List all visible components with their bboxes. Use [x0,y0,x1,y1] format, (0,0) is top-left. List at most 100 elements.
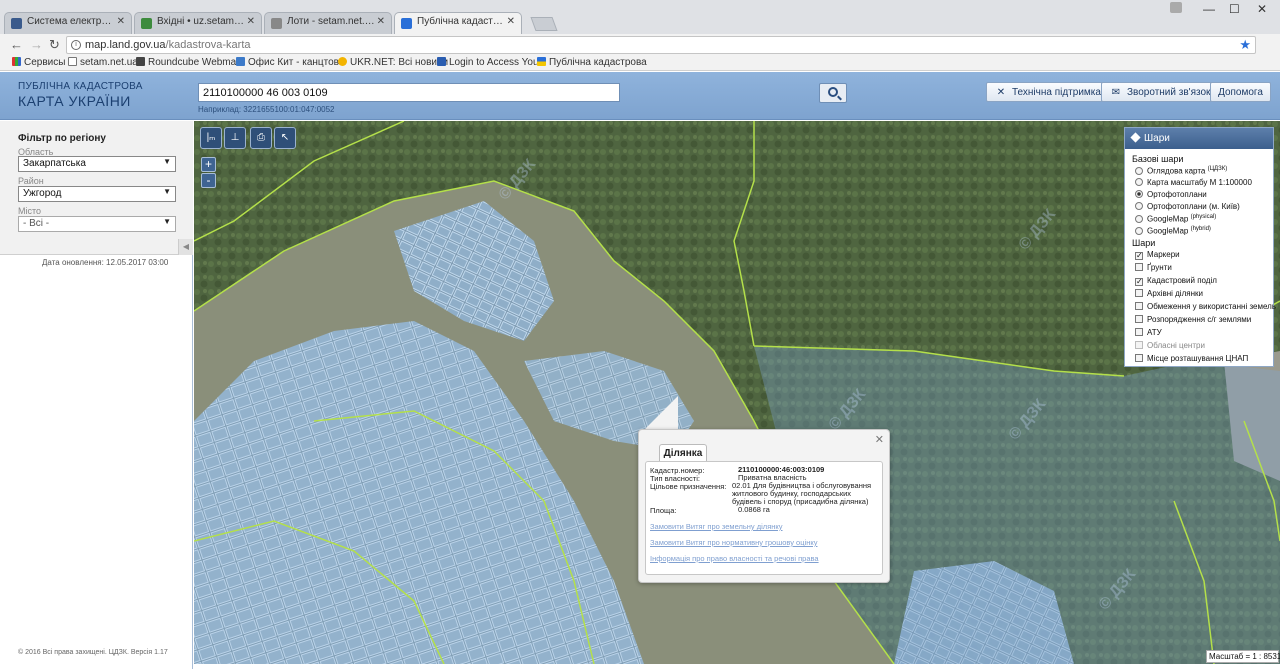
tab-favicon-icon [11,18,22,29]
browser-tab[interactable]: Система електронної то✕ [4,12,132,34]
minimize-icon[interactable]: — [1203,2,1215,16]
layers-section-title: Шари [1132,238,1156,248]
collapse-panel-button[interactable]: ◀ [178,239,193,255]
maximize-icon[interactable]: ☐ [1229,2,1240,16]
tab-parcel[interactable]: Ділянка [659,444,707,462]
radio-button[interactable] [1135,178,1143,186]
close-icon[interactable]: ✕ [247,16,255,27]
oblast-select[interactable]: Закарпатська ▼ [18,156,176,172]
base-layer-option[interactable]: Ортофотоплани (м. Київ) [1135,202,1240,211]
bookmark-star-icon[interactable]: ★ [1239,37,1251,53]
layer-checkbox-item[interactable]: ✓ Маркери [1135,250,1180,260]
checkbox[interactable] [1135,289,1143,297]
misto-select[interactable]: - Всі - ▼ [18,216,176,232]
order-valuation-link[interactable]: Замовити Витяг про нормативну грошову оц… [650,538,817,547]
search-button[interactable] [819,83,847,103]
order-extract-link[interactable]: Замовити Витяг про земельну ділянку [650,522,783,531]
new-tab-button[interactable] [530,17,558,31]
checkbox[interactable] [1135,263,1143,271]
bookmark-item[interactable]: Публічна кадастрова [537,57,647,68]
base-layer-option[interactable]: Карта масштабу М 1:100000 [1135,178,1252,187]
chevron-down-icon: ▼ [163,157,171,166]
cadastre-icon [537,57,546,66]
purpose-value: 02.01 Для будівництва і обслуговування ж… [732,481,872,506]
support-button[interactable]: ✕ Технічна підтримка [986,82,1110,102]
close-icon[interactable]: ✕ [875,433,884,446]
base-layer-option[interactable]: Ортофотоплани [1135,190,1207,199]
url-host: map.land.gov.ua [85,39,166,51]
browser-tabstrip: Система електронної то✕ Вхідні • uz.seta… [0,0,1280,35]
close-icon[interactable]: ✕ [377,16,385,27]
base-layer-option[interactable]: Оглядова карта (ЦДЗК) [1135,166,1227,176]
user-profile-icon[interactable] [1170,2,1182,13]
zoom-out-button[interactable]: - [201,173,216,188]
radio-button-selected[interactable] [1135,190,1143,198]
bookmark-item[interactable]: Сервисы [12,57,65,68]
search-icon [828,87,838,97]
bookmark-item[interactable]: setam.net.ua [68,57,138,68]
rayon-label: Район [18,176,44,186]
checkbox-checked[interactable]: ✓ [1135,278,1143,286]
base-layer-option[interactable]: GoogleMap (physical) [1135,214,1216,224]
reload-icon[interactable]: ↻ [49,37,60,53]
measure-distance-icon[interactable]: |ₘ [200,127,222,149]
zoom-in-button[interactable]: + [201,157,216,172]
filter-title: Фільтр по регіону [18,133,106,144]
bookmark-item[interactable]: Roundcube Webmail [136,57,241,68]
site-logo[interactable]: ПУБЛІЧНА КАДАСТРОВА КАРТА УКРАЇНИ [18,82,143,109]
page-icon [68,57,77,66]
radio-button[interactable] [1135,226,1143,235]
layer-checkbox-item[interactable]: АТУ [1135,328,1162,337]
ownership-info-link[interactable]: Інформація про право власності та речові… [650,554,819,563]
search-hint: Наприклад: 3221655100:01:047:0052 [198,105,335,114]
apps-icon [12,57,21,66]
map-scale: Масштаб = 1 : 8531 [1206,650,1280,663]
popup-pointer [644,396,678,430]
identify-cursor-icon[interactable]: ↖ [274,127,296,149]
browser-tab-active[interactable]: Публічна кадастрова ка✕ [394,12,522,35]
bookmarks-bar: Сервисы setam.net.ua Roundcube Webmail О… [0,56,1280,71]
bookmark-item[interactable]: Офис Кит - канцтова [236,57,344,68]
rayon-select[interactable]: Ужгород ▼ [18,186,176,202]
radio-button[interactable] [1135,166,1143,175]
layer-checkbox-item[interactable]: Архівні ділянки [1135,289,1203,298]
checkbox[interactable] [1135,302,1143,310]
layers-panel: Шари Базові шари Оглядова карта (ЦДЗК) К… [1124,127,1276,367]
address-bar[interactable]: i map.land.gov.ua/kadastrova-karta ★ [66,36,1256,54]
app-header: ПУБЛІЧНА КАДАСТРОВА КАРТА УКРАЇНИ Наприк… [0,72,1280,120]
forward-icon[interactable]: → [30,37,43,52]
layers-header[interactable]: Шари [1125,128,1273,149]
url-path: /kadastrova-karta [165,39,251,51]
radio-button[interactable] [1135,202,1143,210]
cadastral-search-input[interactable] [198,83,620,102]
base-layer-option[interactable]: GoogleMap (hybrid) [1135,226,1211,236]
radio-button[interactable] [1135,214,1143,223]
layer-checkbox-item[interactable]: Розпорядження с/г землями [1135,315,1251,324]
layer-checkbox-item[interactable]: Обмеження у використанні земель [1135,302,1276,311]
back-icon[interactable]: ← [10,37,23,52]
checkbox[interactable] [1135,354,1143,362]
checkbox[interactable] [1135,315,1143,323]
layer-checkbox-item[interactable]: Ґрунти [1135,263,1172,272]
close-icon[interactable]: ✕ [507,16,515,27]
window-close-icon[interactable]: ✕ [1257,2,1267,16]
layer-checkbox-item[interactable]: Місце розташування ЦНАП [1135,354,1248,363]
bookmark-item[interactable]: Login to Access Your [437,57,542,68]
roundcube-icon [136,57,145,66]
tab-favicon-icon [401,18,412,29]
checkbox-checked[interactable]: ✓ [1135,252,1143,260]
feedback-button[interactable]: ✉ Зворотний зв'язок [1101,82,1220,102]
print-icon[interactable]: ⎙ [250,127,272,149]
bookmark-item[interactable]: UKR.NET: Всі новини [338,57,448,68]
measure-area-icon[interactable]: ⊥ [224,127,246,149]
help-button[interactable]: Допомога [1210,82,1271,102]
info-icon[interactable]: i [71,40,81,50]
checkbox[interactable] [1135,328,1143,336]
browser-tab[interactable]: Вхідні • uz.setam@ukr.n✕ [134,12,262,34]
layer-checkbox-item[interactable]: ✓ Кадастровий поділ [1135,276,1217,286]
map-canvas[interactable]: © ДЗК © ДЗК © ДЗК © ДЗК © ДЗК |ₘ ⊥ ⎙ ↖ +… [194,121,1280,664]
browser-tab[interactable]: Лоти - setam.net.ua ✕ [264,12,392,34]
region-filter: Фільтр по регіону Область Закарпатська ▼ … [0,121,193,255]
close-icon[interactable]: ✕ [117,16,125,27]
chevron-down-icon: ▼ [163,217,171,226]
